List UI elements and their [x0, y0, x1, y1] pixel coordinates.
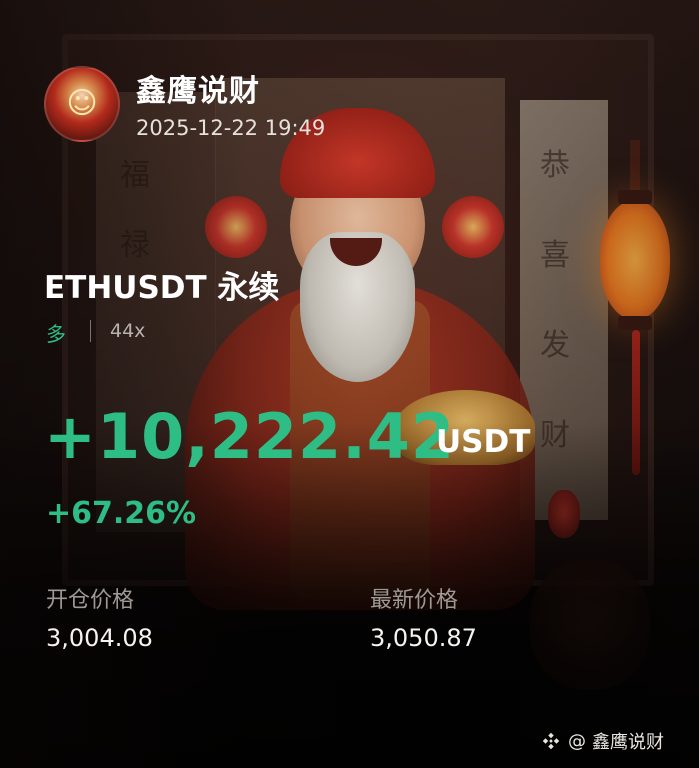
position-side: 多 [46, 322, 66, 346]
pnl-share-card: 福 禄 恭 喜 发 财 ☺ 鑫鹰说财 2025-12-22 19:49 ETHU… [0, 0, 699, 768]
last-price-value: 3,050.87 [370, 624, 477, 652]
open-price-label: 开仓价格 [46, 588, 135, 613]
watermark-at: @ [568, 730, 586, 752]
open-price-value: 3,004.08 [46, 624, 153, 652]
pnl-percent: +67.26% [46, 496, 197, 531]
pnl-value: +10,222.42 [44, 400, 456, 473]
watermark-name: 鑫鹰说财 [592, 732, 664, 753]
watermark: @ 鑫鹰说财 [540, 728, 664, 754]
last-price-label: 最新价格 [370, 588, 459, 613]
leverage: 44x [110, 320, 146, 342]
post-date: 2025-12-22 19:49 [136, 116, 326, 140]
avatar[interactable]: ☺ [44, 66, 120, 142]
contract-symbol: ETHUSDT 永续 [44, 270, 280, 306]
binance-logo-icon [542, 732, 560, 750]
pnl-unit: USDT [436, 424, 531, 460]
avatar-figure-icon: ☺ [66, 86, 98, 121]
divider [90, 320, 91, 342]
author-name[interactable]: 鑫鹰说财 [136, 66, 260, 110]
